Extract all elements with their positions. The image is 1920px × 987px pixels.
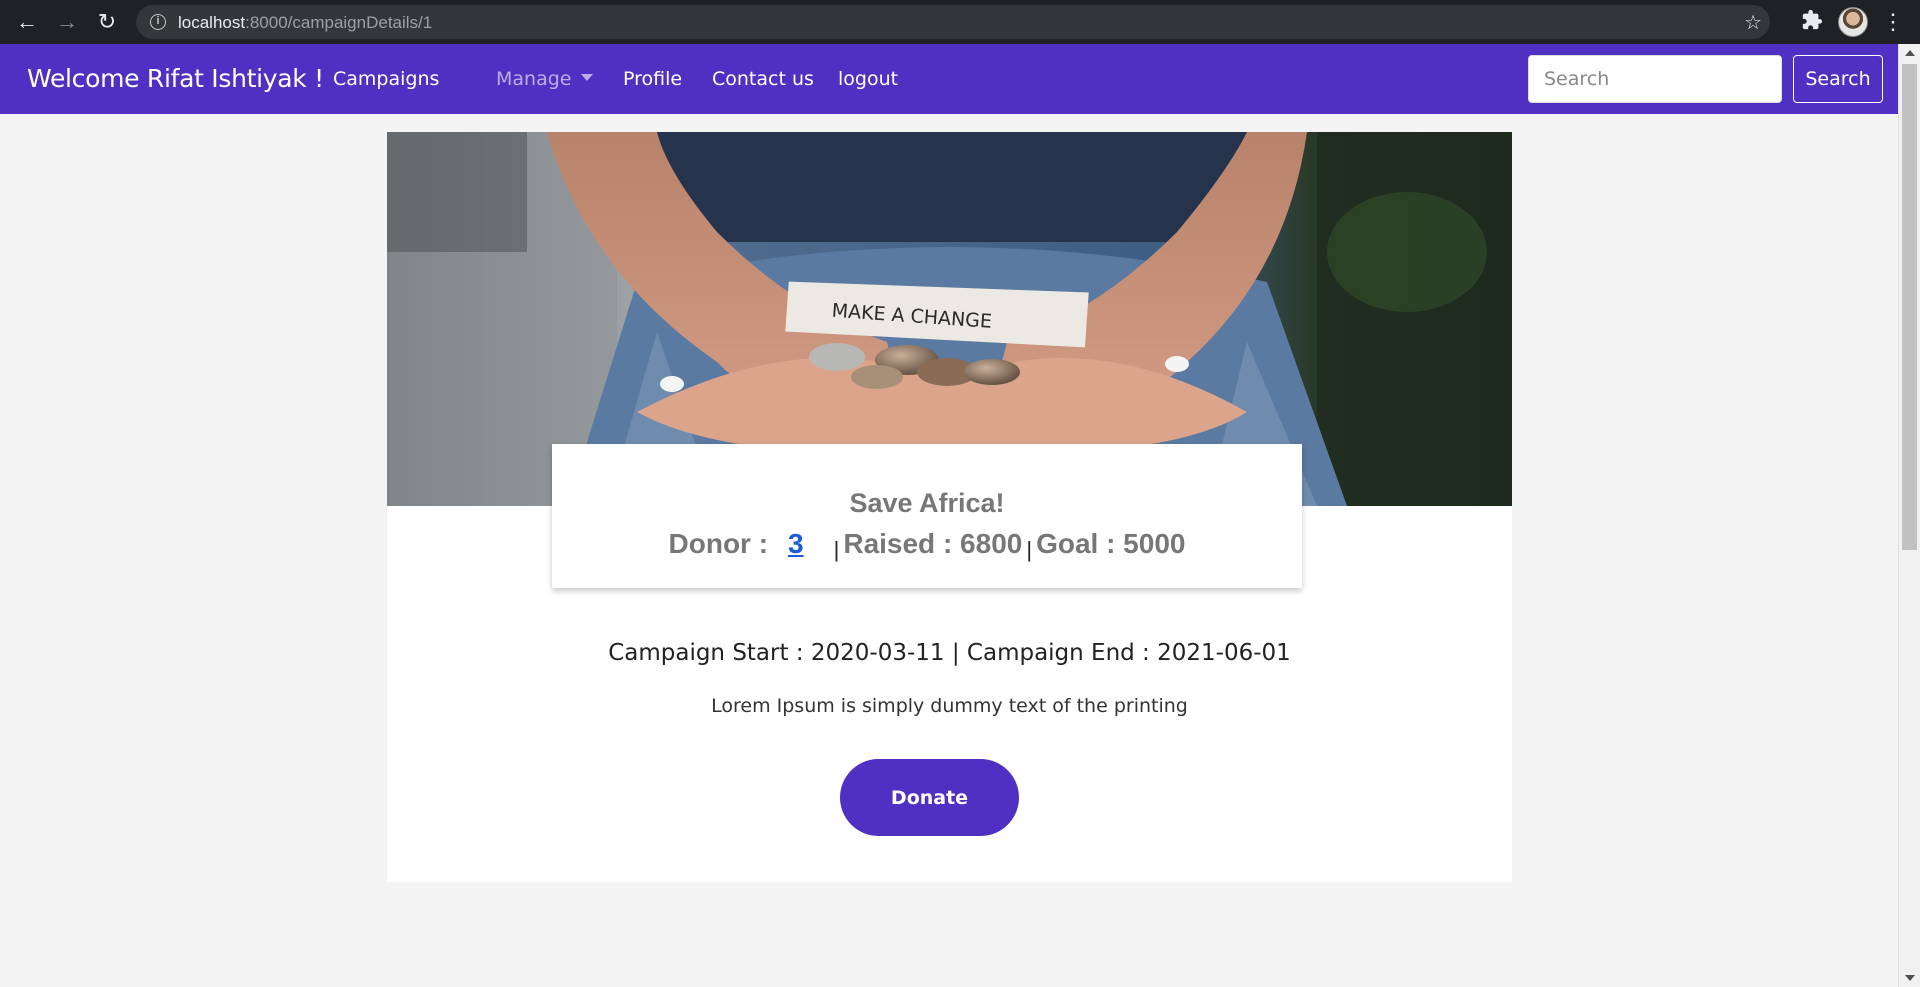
profile-avatar[interactable] (1838, 7, 1868, 37)
url-host: localhost (178, 13, 246, 32)
caret-down-icon (581, 74, 594, 81)
campaign-card: MAKE A CHANGE Save Africa! Donor :3 | Rais… (387, 132, 1512, 882)
raised-amount: Raised : 6800 (843, 528, 1023, 559)
search-button[interactable]: Search (1793, 55, 1883, 103)
forward-arrow-icon[interactable]: → (51, 6, 83, 38)
back-arrow-icon[interactable]: ← (11, 6, 43, 38)
reload-icon[interactable]: ↻ (91, 6, 123, 38)
donor-label: Donor : (668, 528, 769, 559)
navbar-brand[interactable]: Welcome Rifat Ishtiyak ! (27, 64, 324, 93)
donor-count-link[interactable]: 3 (788, 528, 804, 559)
bookmark-star-icon[interactable]: ☆ (1744, 10, 1762, 35)
campaign-description: Lorem Ipsum is simply dummy text of the … (711, 695, 1188, 717)
donate-button[interactable]: Donate (840, 759, 1019, 836)
scroll-up-arrow-icon[interactable] (1905, 50, 1915, 56)
nav-link-profile[interactable]: Profile (623, 68, 682, 90)
scroll-down-arrow-icon[interactable] (1905, 975, 1915, 981)
browser-toolbar: ← → ↻ i localhost:8000/campaignDetails/1… (0, 0, 1920, 44)
stats-separator: | (1026, 537, 1033, 562)
stats-separator: | (833, 537, 840, 562)
extensions-puzzle-icon[interactable] (1800, 9, 1824, 33)
more-menu-icon[interactable]: ⋮ (1882, 6, 1904, 38)
nav-link-campaigns[interactable]: Campaigns (333, 68, 439, 90)
nav-link-contact[interactable]: Contact us (712, 68, 814, 90)
scrollbar-thumb[interactable] (1902, 64, 1917, 550)
page-scrollbar[interactable] (1898, 44, 1920, 987)
nav-link-logout[interactable]: logout (838, 68, 898, 90)
nav-dropdown-manage[interactable]: Manage (496, 68, 594, 90)
url-text[interactable]: localhost:8000/campaignDetails/1 (178, 13, 432, 33)
nav-dropdown-manage-label: Manage (496, 68, 572, 90)
campaign-summary-box: Save Africa! Donor :3 | Raised : 6800 | Goal… (552, 444, 1302, 588)
site-info-icon[interactable]: i (150, 14, 166, 30)
goal-amount: Goal : 5000 (1036, 528, 1186, 559)
campaign-title: Save Africa! (849, 488, 1005, 518)
campaign-stats: Donor :3 | Raised : 6800 | Goal : 5000 (552, 528, 1302, 562)
site-navbar: Welcome Rifat Ishtiyak ! Campaigns Manag… (0, 44, 1898, 114)
url-path: :8000/campaignDetails/1 (245, 13, 433, 32)
search-input[interactable] (1528, 55, 1782, 103)
address-bar[interactable]: i localhost:8000/campaignDetails/1 ☆ (136, 5, 1770, 39)
campaign-dates: Campaign Start : 2020-03-11 | Campaign E… (608, 640, 1291, 666)
